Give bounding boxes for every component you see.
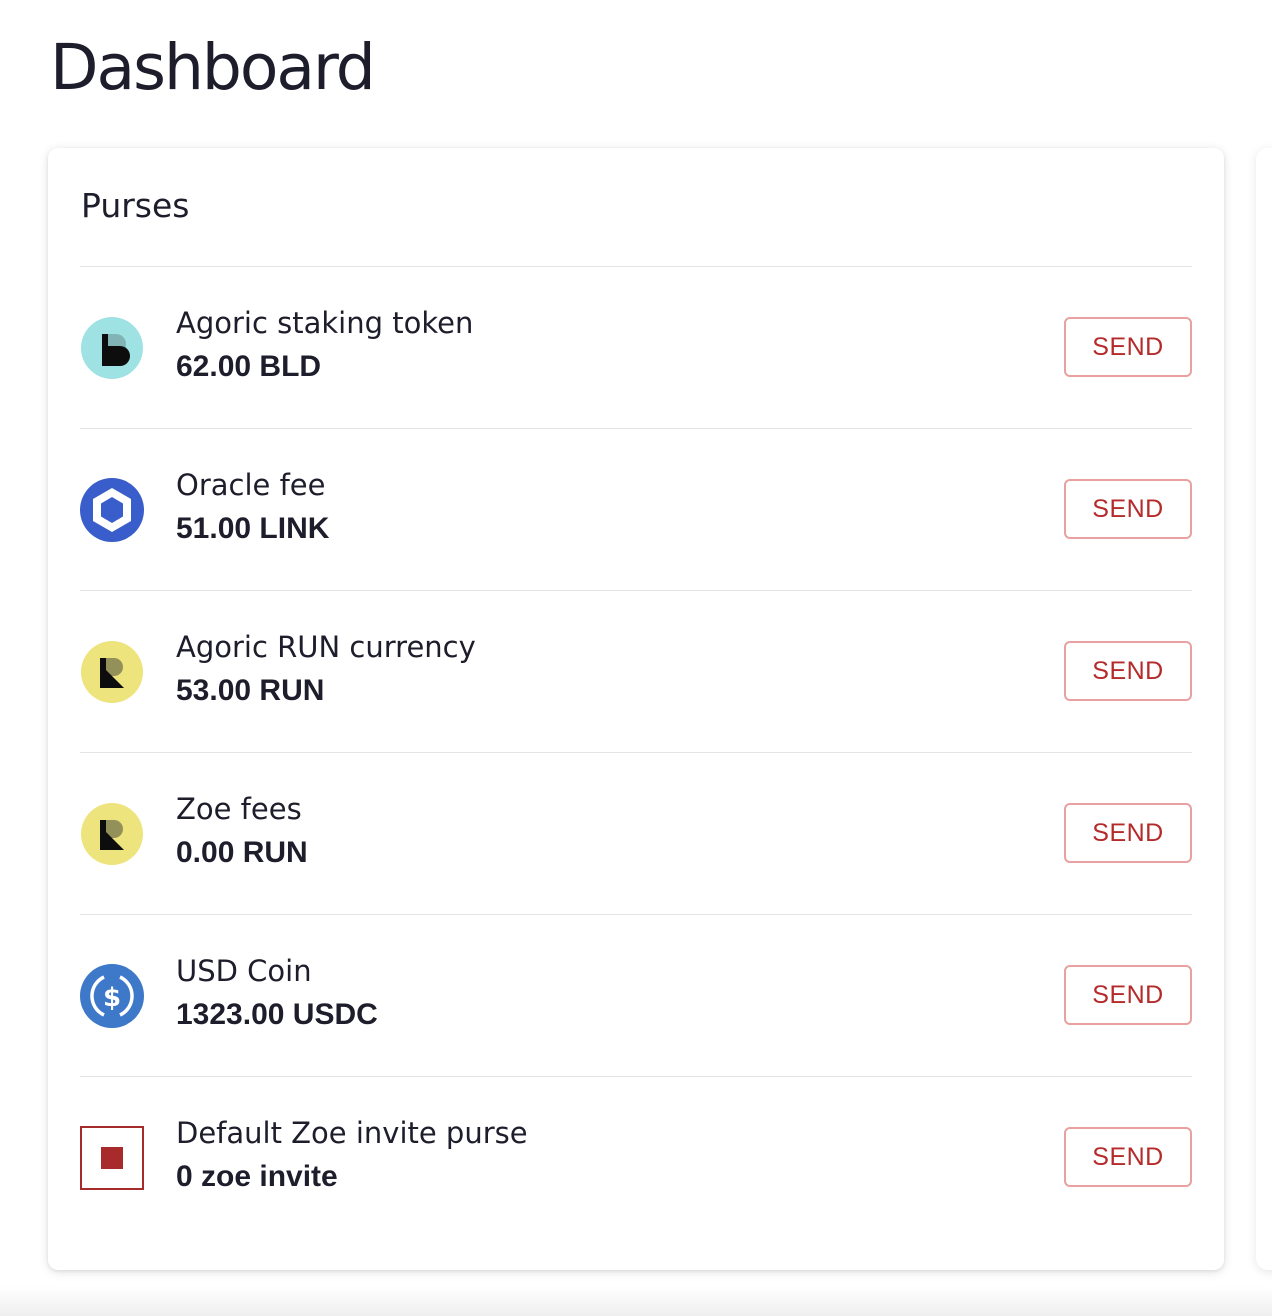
- purse-list: Agoric staking token 62.00 BLD SEND Orac…: [80, 267, 1192, 1239]
- send-button[interactable]: SEND: [1064, 641, 1192, 701]
- purse-name: Zoe fees: [176, 792, 302, 826]
- purses-card-title: Purses: [81, 186, 190, 225]
- zoe-invite-icon: [80, 1126, 144, 1190]
- purse-row-usdc: $ USD Coin 1323.00 USDC SEND: [80, 915, 1192, 1077]
- purse-balance: 0.00 RUN: [176, 836, 308, 869]
- purse-balance: 53.00 RUN: [176, 674, 325, 707]
- purse-name: Agoric staking token: [176, 306, 474, 340]
- purses-card: Purses Agoric staking token 62.00 BLD SE…: [48, 148, 1224, 1270]
- purse-name: USD Coin: [176, 954, 312, 988]
- send-button[interactable]: SEND: [1064, 479, 1192, 539]
- purse-name: Default Zoe invite purse: [176, 1116, 528, 1150]
- usdc-token-icon: $: [80, 964, 144, 1028]
- purse-balance: 1323.00 USDC: [176, 998, 378, 1031]
- purse-balance: 62.00 BLD: [176, 350, 322, 383]
- run-token-icon: [80, 640, 144, 704]
- svg-text:$: $: [103, 983, 121, 1013]
- page-title: Dashboard: [50, 31, 376, 104]
- purse-row-zoe-invite: Default Zoe invite purse 0 zoe invite SE…: [80, 1077, 1192, 1239]
- purse-row-run: Agoric RUN currency 53.00 RUN SEND: [80, 591, 1192, 753]
- run-token-icon: [80, 802, 144, 866]
- send-button[interactable]: SEND: [1064, 803, 1192, 863]
- purse-balance: 0 zoe invite: [176, 1160, 338, 1193]
- purse-name: Agoric RUN currency: [176, 630, 476, 664]
- purse-row-bld: Agoric staking token 62.00 BLD SEND: [80, 267, 1192, 429]
- send-button[interactable]: SEND: [1064, 317, 1192, 377]
- send-button[interactable]: SEND: [1064, 1127, 1192, 1187]
- purse-row-zoe-fees: Zoe fees 0.00 RUN SEND: [80, 753, 1192, 915]
- bld-token-icon: [80, 316, 144, 380]
- purse-balance: 51.00 LINK: [176, 512, 330, 545]
- send-button[interactable]: SEND: [1064, 965, 1192, 1025]
- adjacent-panel-edge: [1256, 148, 1272, 1270]
- link-token-icon: [80, 478, 144, 542]
- page-bottom-edge: [0, 1286, 1272, 1316]
- purse-name: Oracle fee: [176, 468, 326, 502]
- purse-row-link: Oracle fee 51.00 LINK SEND: [80, 429, 1192, 591]
